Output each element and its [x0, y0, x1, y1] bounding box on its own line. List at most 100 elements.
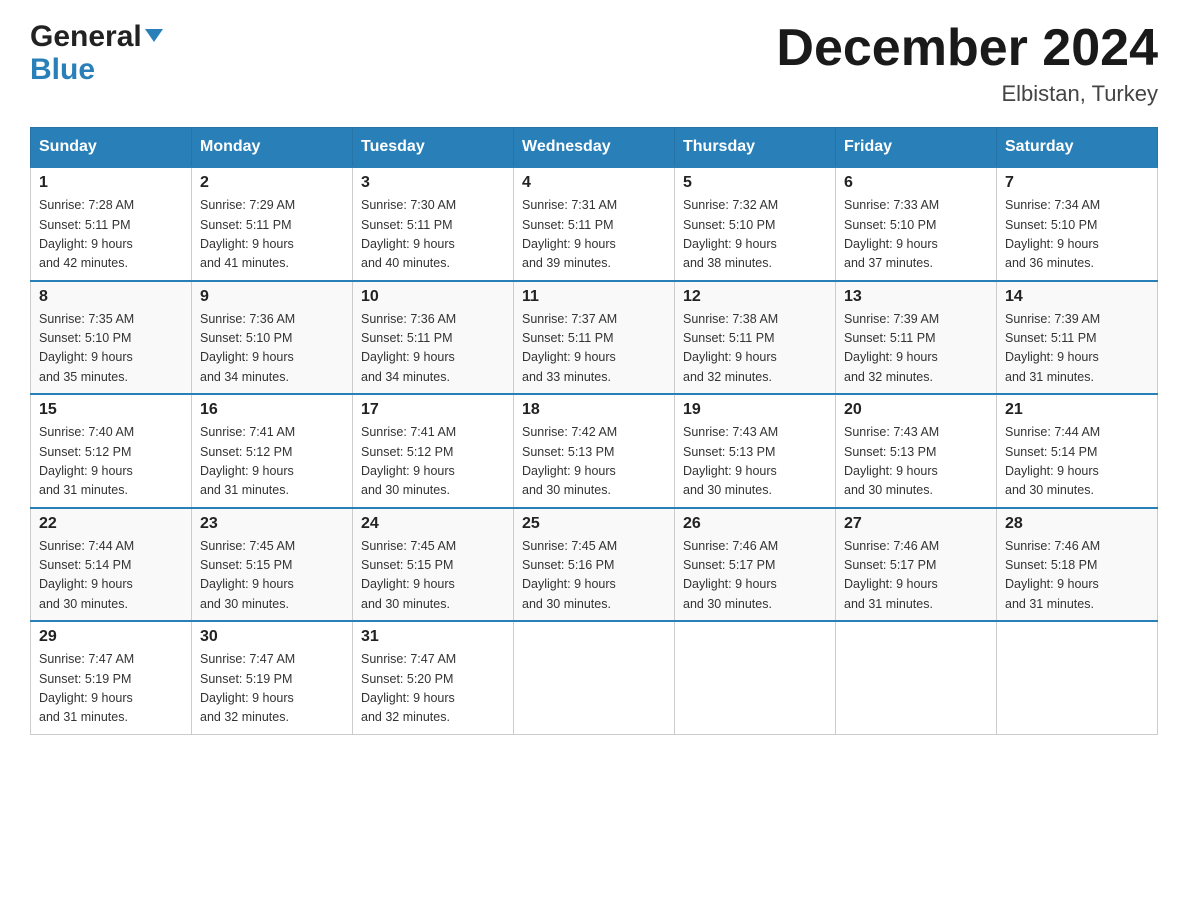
page-header: General Blue December 2024 Elbistan, Tur… [30, 20, 1158, 107]
day-info: Sunrise: 7:41 AMSunset: 5:12 PMDaylight:… [361, 423, 505, 501]
calendar-week-1: 1 Sunrise: 7:28 AMSunset: 5:11 PMDaylight… [31, 167, 1158, 281]
day-info: Sunrise: 7:38 AMSunset: 5:11 PMDaylight:… [683, 310, 827, 388]
calendar-cell: 23Sunrise: 7:45 AMSunset: 5:15 PMDayligh… [192, 508, 353, 622]
day-info: Sunrise: 7:46 AMSunset: 5:17 PMDaylight:… [683, 537, 827, 615]
calendar-cell: 21 Sunrise: 7:44 AMSunset: 5:14 PMDayligh… [997, 394, 1158, 508]
calendar-week-2: 8 Sunrise: 7:35 AMSunset: 5:10 PMDaylight… [31, 281, 1158, 395]
calendar-cell: 27 Sunrise: 7:46 AMSunset: 5:17 PMDayligh… [836, 508, 997, 622]
title-block: December 2024 Elbistan, Turkey [776, 20, 1158, 107]
day-info: Sunrise: 7:46 AMSunset: 5:17 PMDaylight:… [844, 537, 988, 615]
header-thursday: Thursday [675, 128, 836, 168]
calendar-cell [836, 621, 997, 734]
day-number: 5 [683, 174, 827, 192]
calendar-cell: 13 Sunrise: 7:39 AMSunset: 5:11 PMDayligh… [836, 281, 997, 395]
day-info: Sunrise: 7:28 AMSunset: 5:11 PMDaylight:… [39, 196, 183, 274]
day-number: 18 [522, 401, 666, 419]
day-info: Sunrise: 7:42 AMSunset: 5:13 PMDaylight:… [522, 423, 666, 501]
header-sunday: Sunday [31, 128, 192, 168]
calendar-cell: 24 Sunrise: 7:45 AMSunset: 5:15 PMDayligh… [353, 508, 514, 622]
calendar-cell [997, 621, 1158, 734]
calendar-cell: 29Sunrise: 7:47 AMSunset: 5:19 PMDayligh… [31, 621, 192, 734]
location: Elbistan, Turkey [776, 81, 1158, 107]
calendar-cell [675, 621, 836, 734]
calendar-cell: 4 Sunrise: 7:31 AMSunset: 5:11 PMDaylight… [514, 167, 675, 281]
day-number: 17 [361, 401, 505, 419]
calendar-cell: 22 Sunrise: 7:44 AMSunset: 5:14 PMDayligh… [31, 508, 192, 622]
header-saturday: Saturday [997, 128, 1158, 168]
calendar-cell: 5 Sunrise: 7:32 AMSunset: 5:10 PMDaylight… [675, 167, 836, 281]
day-number: 1 [39, 174, 183, 192]
day-number: 24 [361, 515, 505, 533]
calendar-cell [514, 621, 675, 734]
day-info: Sunrise: 7:45 AMSunset: 5:15 PMDaylight:… [361, 537, 505, 615]
day-number: 28 [1005, 515, 1149, 533]
calendar-week-4: 22 Sunrise: 7:44 AMSunset: 5:14 PMDayligh… [31, 508, 1158, 622]
calendar-header-row: SundayMondayTuesdayWednesdayThursdayFrid… [31, 128, 1158, 168]
calendar-cell: 26 Sunrise: 7:46 AMSunset: 5:17 PMDayligh… [675, 508, 836, 622]
day-info: Sunrise: 7:29 AMSunset: 5:11 PMDaylight:… [200, 196, 344, 274]
day-info: Sunrise: 7:43 AMSunset: 5:13 PMDaylight:… [844, 423, 988, 501]
calendar-table: SundayMondayTuesdayWednesdayThursdayFrid… [30, 127, 1158, 735]
day-number: 22 [39, 515, 183, 533]
calendar-cell: 15 Sunrise: 7:40 AMSunset: 5:12 PMDayligh… [31, 394, 192, 508]
calendar-cell: 11 Sunrise: 7:37 AMSunset: 5:11 PMDayligh… [514, 281, 675, 395]
calendar-cell: 20Sunrise: 7:43 AMSunset: 5:13 PMDayligh… [836, 394, 997, 508]
calendar-cell: 19 Sunrise: 7:43 AMSunset: 5:13 PMDayligh… [675, 394, 836, 508]
header-wednesday: Wednesday [514, 128, 675, 168]
calendar-cell: 17 Sunrise: 7:41 AMSunset: 5:12 PMDayligh… [353, 394, 514, 508]
day-info: Sunrise: 7:45 AMSunset: 5:15 PMDaylight:… [200, 537, 344, 615]
day-info: Sunrise: 7:45 AMSunset: 5:16 PMDaylight:… [522, 537, 666, 615]
calendar-cell: 9Sunrise: 7:36 AMSunset: 5:10 PMDaylight… [192, 281, 353, 395]
calendar-cell: 16Sunrise: 7:41 AMSunset: 5:12 PMDayligh… [192, 394, 353, 508]
day-info: Sunrise: 7:33 AMSunset: 5:10 PMDaylight:… [844, 196, 988, 274]
day-info: Sunrise: 7:35 AMSunset: 5:10 PMDaylight:… [39, 310, 183, 388]
day-info: Sunrise: 7:46 AMSunset: 5:18 PMDaylight:… [1005, 537, 1149, 615]
day-number: 8 [39, 288, 183, 306]
logo-general: General [30, 20, 142, 53]
calendar-cell: 10 Sunrise: 7:36 AMSunset: 5:11 PMDayligh… [353, 281, 514, 395]
day-number: 7 [1005, 174, 1149, 192]
day-number: 10 [361, 288, 505, 306]
day-info: Sunrise: 7:32 AMSunset: 5:10 PMDaylight:… [683, 196, 827, 274]
day-info: Sunrise: 7:44 AMSunset: 5:14 PMDaylight:… [39, 537, 183, 615]
day-info: Sunrise: 7:47 AMSunset: 5:19 PMDaylight:… [200, 650, 344, 728]
day-number: 15 [39, 401, 183, 419]
logo-blue: Blue [30, 53, 95, 86]
calendar-cell: 2Sunrise: 7:29 AMSunset: 5:11 PMDaylight… [192, 167, 353, 281]
logo: General Blue [30, 20, 163, 86]
day-number: 3 [361, 174, 505, 192]
day-number: 6 [844, 174, 988, 192]
day-info: Sunrise: 7:31 AMSunset: 5:11 PMDaylight:… [522, 196, 666, 274]
day-number: 26 [683, 515, 827, 533]
day-number: 12 [683, 288, 827, 306]
day-number: 27 [844, 515, 988, 533]
day-info: Sunrise: 7:36 AMSunset: 5:11 PMDaylight:… [361, 310, 505, 388]
day-number: 19 [683, 401, 827, 419]
month-title: December 2024 [776, 20, 1158, 77]
calendar-cell: 12 Sunrise: 7:38 AMSunset: 5:11 PMDayligh… [675, 281, 836, 395]
header-monday: Monday [192, 128, 353, 168]
day-number: 21 [1005, 401, 1149, 419]
day-number: 14 [1005, 288, 1149, 306]
day-number: 4 [522, 174, 666, 192]
day-info: Sunrise: 7:43 AMSunset: 5:13 PMDaylight:… [683, 423, 827, 501]
calendar-cell: 25 Sunrise: 7:45 AMSunset: 5:16 PMDayligh… [514, 508, 675, 622]
calendar-cell: 1 Sunrise: 7:28 AMSunset: 5:11 PMDaylight… [31, 167, 192, 281]
calendar-cell: 18 Sunrise: 7:42 AMSunset: 5:13 PMDayligh… [514, 394, 675, 508]
day-info: Sunrise: 7:39 AMSunset: 5:11 PMDaylight:… [1005, 310, 1149, 388]
calendar-cell: 28 Sunrise: 7:46 AMSunset: 5:18 PMDayligh… [997, 508, 1158, 622]
day-info: Sunrise: 7:40 AMSunset: 5:12 PMDaylight:… [39, 423, 183, 501]
calendar-cell: 7Sunrise: 7:34 AMSunset: 5:10 PMDaylight… [997, 167, 1158, 281]
calendar-week-5: 29 Sunrise: 7:47 AMSunset: 5:19 PMDayligh… [31, 621, 1158, 734]
day-info: Sunrise: 7:44 AMSunset: 5:14 PMDaylight:… [1005, 423, 1149, 501]
calendar-week-3: 15 Sunrise: 7:40 AMSunset: 5:12 PMDayligh… [31, 394, 1158, 508]
day-number: 16 [200, 401, 344, 419]
calendar-cell: 6 Sunrise: 7:33 AMSunset: 5:10 PMDaylight… [836, 167, 997, 281]
day-number: 29 [39, 628, 183, 646]
day-info: Sunrise: 7:39 AMSunset: 5:11 PMDaylight:… [844, 310, 988, 388]
logo-triangle-icon [145, 29, 163, 42]
day-info: Sunrise: 7:37 AMSunset: 5:11 PMDaylight:… [522, 310, 666, 388]
day-number: 25 [522, 515, 666, 533]
day-number: 11 [522, 288, 666, 306]
day-number: 13 [844, 288, 988, 306]
